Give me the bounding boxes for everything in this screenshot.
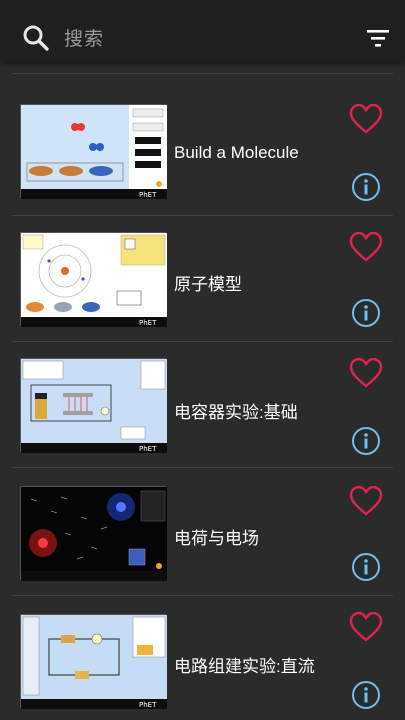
favorite-heart-icon[interactable] bbox=[349, 611, 383, 642]
search-bar: 搜索 bbox=[0, 0, 405, 62]
search-input[interactable]: 搜索 bbox=[64, 24, 104, 51]
list-item[interactable]: PhET 电容器实验:基础 bbox=[12, 342, 393, 468]
simulation-thumbnail[interactable]: PhET bbox=[20, 104, 167, 199]
favorite-heart-icon[interactable] bbox=[349, 485, 383, 516]
favorite-heart-icon[interactable] bbox=[349, 103, 383, 134]
svg-text:PhET: PhET bbox=[139, 445, 157, 453]
svg-text:PhET: PhET bbox=[139, 191, 157, 199]
svg-text:PhET: PhET bbox=[139, 701, 157, 709]
simulation-title[interactable]: 电容器实验:基础 bbox=[174, 398, 298, 423]
info-icon[interactable] bbox=[351, 426, 381, 456]
list-item[interactable]: PhET 电路组建实验:直流 bbox=[12, 598, 393, 720]
simulation-title[interactable]: Build a Molecule bbox=[174, 143, 299, 163]
simulation-thumbnail[interactable]: PhET bbox=[20, 358, 167, 453]
list-item[interactable]: PhET 原子模型 bbox=[12, 216, 393, 342]
simulation-title[interactable]: 电荷与电场 bbox=[174, 524, 259, 549]
list-item[interactable]: 电荷与电场 bbox=[12, 470, 393, 596]
info-icon[interactable] bbox=[351, 172, 381, 202]
simulation-thumbnail[interactable]: PhET bbox=[20, 232, 167, 327]
simulation-title[interactable]: 电路组建实验:直流 bbox=[174, 652, 315, 677]
svg-text:PhET: PhET bbox=[139, 319, 157, 327]
simulation-title[interactable]: 原子模型 bbox=[174, 270, 242, 295]
simulation-thumbnail[interactable] bbox=[20, 486, 167, 581]
favorite-heart-icon[interactable] bbox=[349, 231, 383, 262]
info-icon[interactable] bbox=[351, 680, 381, 710]
filter-icon[interactable] bbox=[365, 28, 391, 50]
favorite-heart-icon[interactable] bbox=[349, 357, 383, 388]
info-icon[interactable] bbox=[351, 298, 381, 328]
simulation-list[interactable]: PhET Build a Molecule PhET 原子模型 PhET 电容器… bbox=[0, 0, 405, 720]
simulation-thumbnail[interactable]: PhET bbox=[20, 614, 167, 709]
list-item[interactable]: PhET Build a Molecule bbox=[12, 90, 393, 216]
search-icon[interactable] bbox=[22, 24, 50, 52]
info-icon[interactable] bbox=[351, 552, 381, 582]
